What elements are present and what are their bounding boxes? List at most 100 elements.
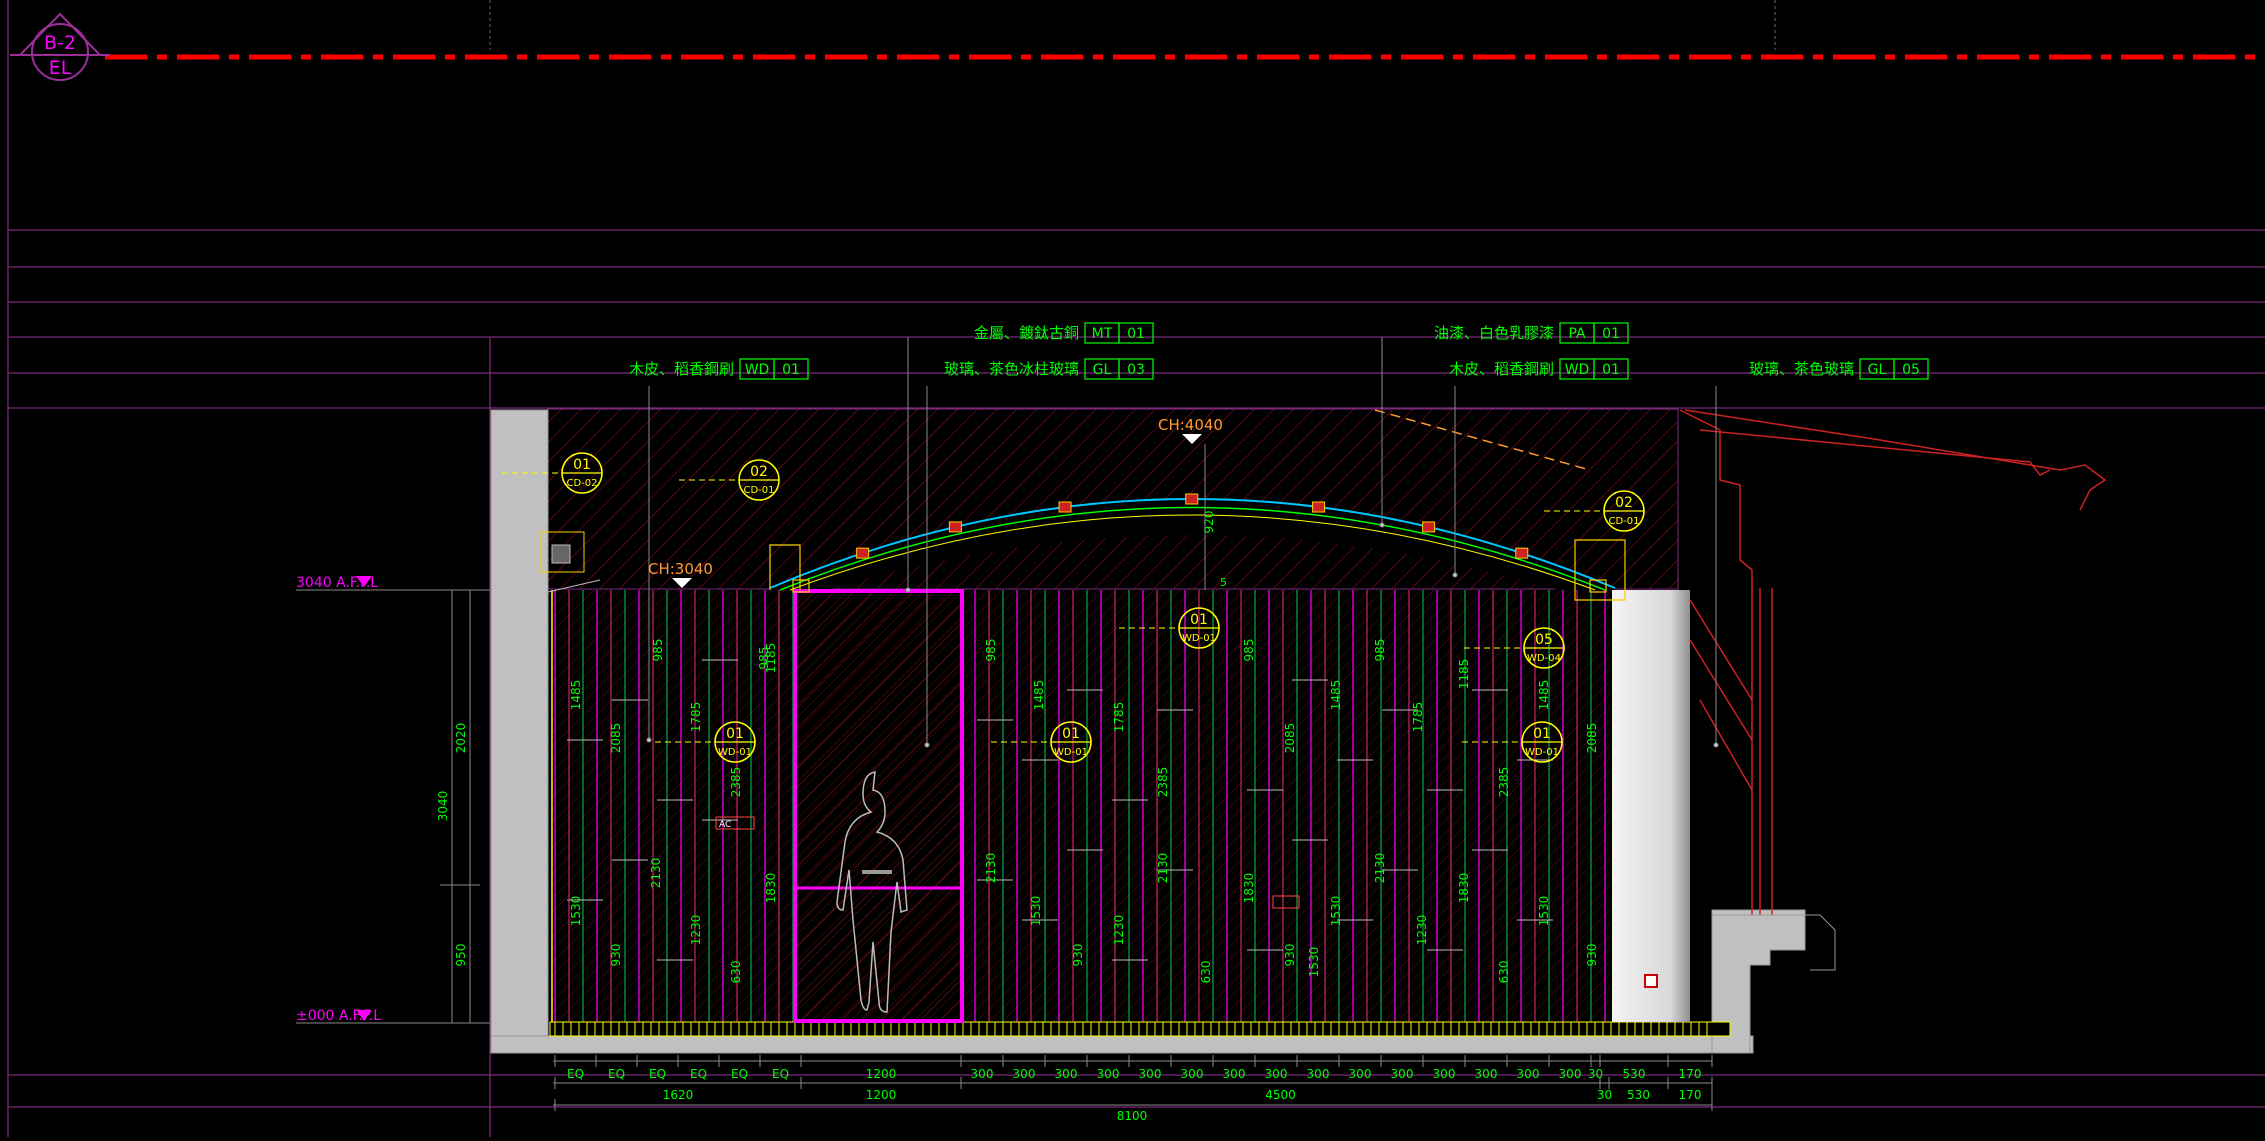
panel-dim-label: 1785 <box>1112 702 1126 733</box>
outlet-box <box>1644 974 1658 988</box>
cad-elevation-drawing[interactable]: B-2 EL 木皮、稻香鋼刷 WD 01 金屬、鍍鈦古銅 MT 01 玻璃、茶色… <box>0 0 2265 1137</box>
panel-dim-label: 1530 <box>1537 896 1551 927</box>
panel-dim-label: 930 <box>1283 944 1297 967</box>
white-column <box>1612 590 1690 1022</box>
arch-light-fixture <box>1185 493 1199 505</box>
tag-top-label: B-2 <box>44 32 76 54</box>
panel-dim-label: 2130 <box>649 858 663 889</box>
dim-row1-label: 300 <box>1307 1067 1330 1081</box>
level-marker-ceiling: 3040 A.F.F.L <box>296 575 490 591</box>
dim-row1-label: EQ <box>649 1067 666 1081</box>
detail-tag-code: WD-01 <box>1525 747 1559 758</box>
panel-dim-label: 930 <box>609 944 623 967</box>
ceiling-soffit <box>547 408 1679 605</box>
dim-row1-label: 170 <box>1679 1067 1702 1081</box>
dim-row1-label: 1200 <box>866 1067 897 1081</box>
panel-dim-label: 1230 <box>689 915 703 946</box>
callout-code-number: 01 <box>1127 326 1145 342</box>
panel-dim-label: 2385 <box>729 767 743 798</box>
leader-dot <box>924 742 930 748</box>
dim-row1-label: 300 <box>1055 1067 1078 1081</box>
dim-row1-label: 300 <box>1181 1067 1204 1081</box>
callout-code-number: 03 <box>1127 362 1145 378</box>
panel-dim-label: 985 <box>757 647 771 670</box>
ch-center-label: CH:4040 <box>1158 416 1223 434</box>
dim-left-lower: 950 <box>454 944 468 967</box>
detail-tag-code: WD-01 <box>1054 747 1088 758</box>
panel-dim-label: 985 <box>1242 639 1256 662</box>
leader-dot <box>1379 522 1385 528</box>
callout-code-prefix: WD <box>745 362 770 378</box>
floor-skirting <box>549 1021 1731 1037</box>
detail-tag-number: 01 <box>1190 612 1208 628</box>
panel-dim-label: 1530 <box>1329 896 1343 927</box>
level-marker-floor: ±000 A.F.F.L <box>296 1008 490 1024</box>
panel-dim-label: 930 <box>1071 944 1085 967</box>
bottom-dim-row-2: 1620 1200 4500 30 530 170 <box>663 1088 1702 1102</box>
callout-text: 金屬、鍍鈦古銅 <box>974 324 1079 342</box>
dim-row1-label: EQ <box>690 1067 707 1081</box>
dim-row1-label: EQ <box>772 1067 789 1081</box>
dim-row1-label: EQ <box>731 1067 748 1081</box>
dim-row1-label: 300 <box>971 1067 994 1081</box>
dim-row2-label: 530 <box>1627 1088 1650 1102</box>
panel-dim-label: 1830 <box>1242 873 1256 904</box>
detail-tag-code: WD-04 <box>1527 653 1561 664</box>
panel-dim-label: 1785 <box>1411 702 1425 733</box>
bottom-total-dim: 8100 <box>1117 1109 1148 1123</box>
arch-light-fixture <box>1312 501 1326 513</box>
window-frame-right <box>1679 409 2107 915</box>
detail-tag-code: WD-01 <box>718 747 752 758</box>
panel-dim-label: 985 <box>651 639 665 662</box>
panel-dim-label: 1485 <box>569 680 583 711</box>
dim-row1-label: 300 <box>1139 1067 1162 1081</box>
leader-dot <box>905 587 911 593</box>
panel-dim-label: 1830 <box>1457 873 1471 904</box>
dim-row1-label: 300 <box>1475 1067 1498 1081</box>
panel-dim-label: 2385 <box>1497 767 1511 798</box>
panel-dim-label: 2130 <box>1156 853 1170 884</box>
panel-dim-label: 2085 <box>1585 723 1599 754</box>
dim-row1-label: 300 <box>1265 1067 1288 1081</box>
detail-tag-code: CD-02 <box>566 478 597 489</box>
callout-code-number: 05 <box>1902 362 1920 378</box>
panel-dim-label: 1230 <box>1112 915 1126 946</box>
dim-row2-label: 30 <box>1597 1088 1612 1102</box>
panel-dim-label: 1230 <box>1415 915 1429 946</box>
detail-tag-number: 01 <box>1533 726 1551 742</box>
leader-dot <box>1713 742 1719 748</box>
dim-arch-rise: 920 <box>1202 511 1216 534</box>
dim-row1-label: 30 <box>1588 1067 1603 1081</box>
panel-dim-label: 930 <box>1585 944 1599 967</box>
panel-dim-label: 1185 <box>1457 659 1471 690</box>
detail-tag-number: 01 <box>573 457 591 473</box>
dim-row1-label: 300 <box>1391 1067 1414 1081</box>
detail-tag-number: 05 <box>1535 632 1553 648</box>
dim-row2-label: 1620 <box>663 1088 694 1102</box>
dim-row1-label: 530 <box>1623 1067 1646 1081</box>
dim-small: 5 <box>1220 576 1227 589</box>
floor-slab <box>490 1035 1754 1054</box>
panel-dim-label: 985 <box>1373 639 1387 662</box>
leader-dot <box>1452 572 1458 578</box>
elevation-title-tag: B-2 EL <box>10 12 110 81</box>
panel-dim-label: 1530 <box>1029 896 1043 927</box>
detail-tag-number: 02 <box>750 464 768 480</box>
callout-code-number: 01 <box>782 362 800 378</box>
callout-code-prefix: PA <box>1568 326 1586 342</box>
detail-tag-number: 02 <box>1615 495 1633 511</box>
panel-dim-label: 1530 <box>1307 947 1321 978</box>
elevation-canvas[interactable]: B-2 EL 木皮、稻香鋼刷 WD 01金屬、鍍鈦古銅 MT 01玻璃、茶色冰柱… <box>0 0 2265 1137</box>
arch-light-fixture <box>948 521 962 533</box>
dim-row1-label: 300 <box>1517 1067 1540 1081</box>
detail-tag-code: CD-01 <box>743 485 774 496</box>
dim-left-total: 3040 <box>436 791 450 822</box>
callout-text: 玻璃、茶色冰柱玻璃 <box>944 360 1079 378</box>
arch-light-fixture <box>1515 547 1529 559</box>
left-wall-section <box>490 409 549 1038</box>
panel-dim-label: 1485 <box>1329 680 1343 711</box>
callout-text: 木皮、稻香鋼刷 <box>629 360 734 378</box>
panel-dim-label: 630 <box>1497 961 1511 984</box>
material-callouts: 木皮、稻香鋼刷 WD 01 金屬、鍍鈦古銅 MT 01 玻璃、茶色冰柱玻璃 GL 03 油漆、白色… <box>629 322 1929 380</box>
thin-grey-guides <box>489 0 1776 50</box>
